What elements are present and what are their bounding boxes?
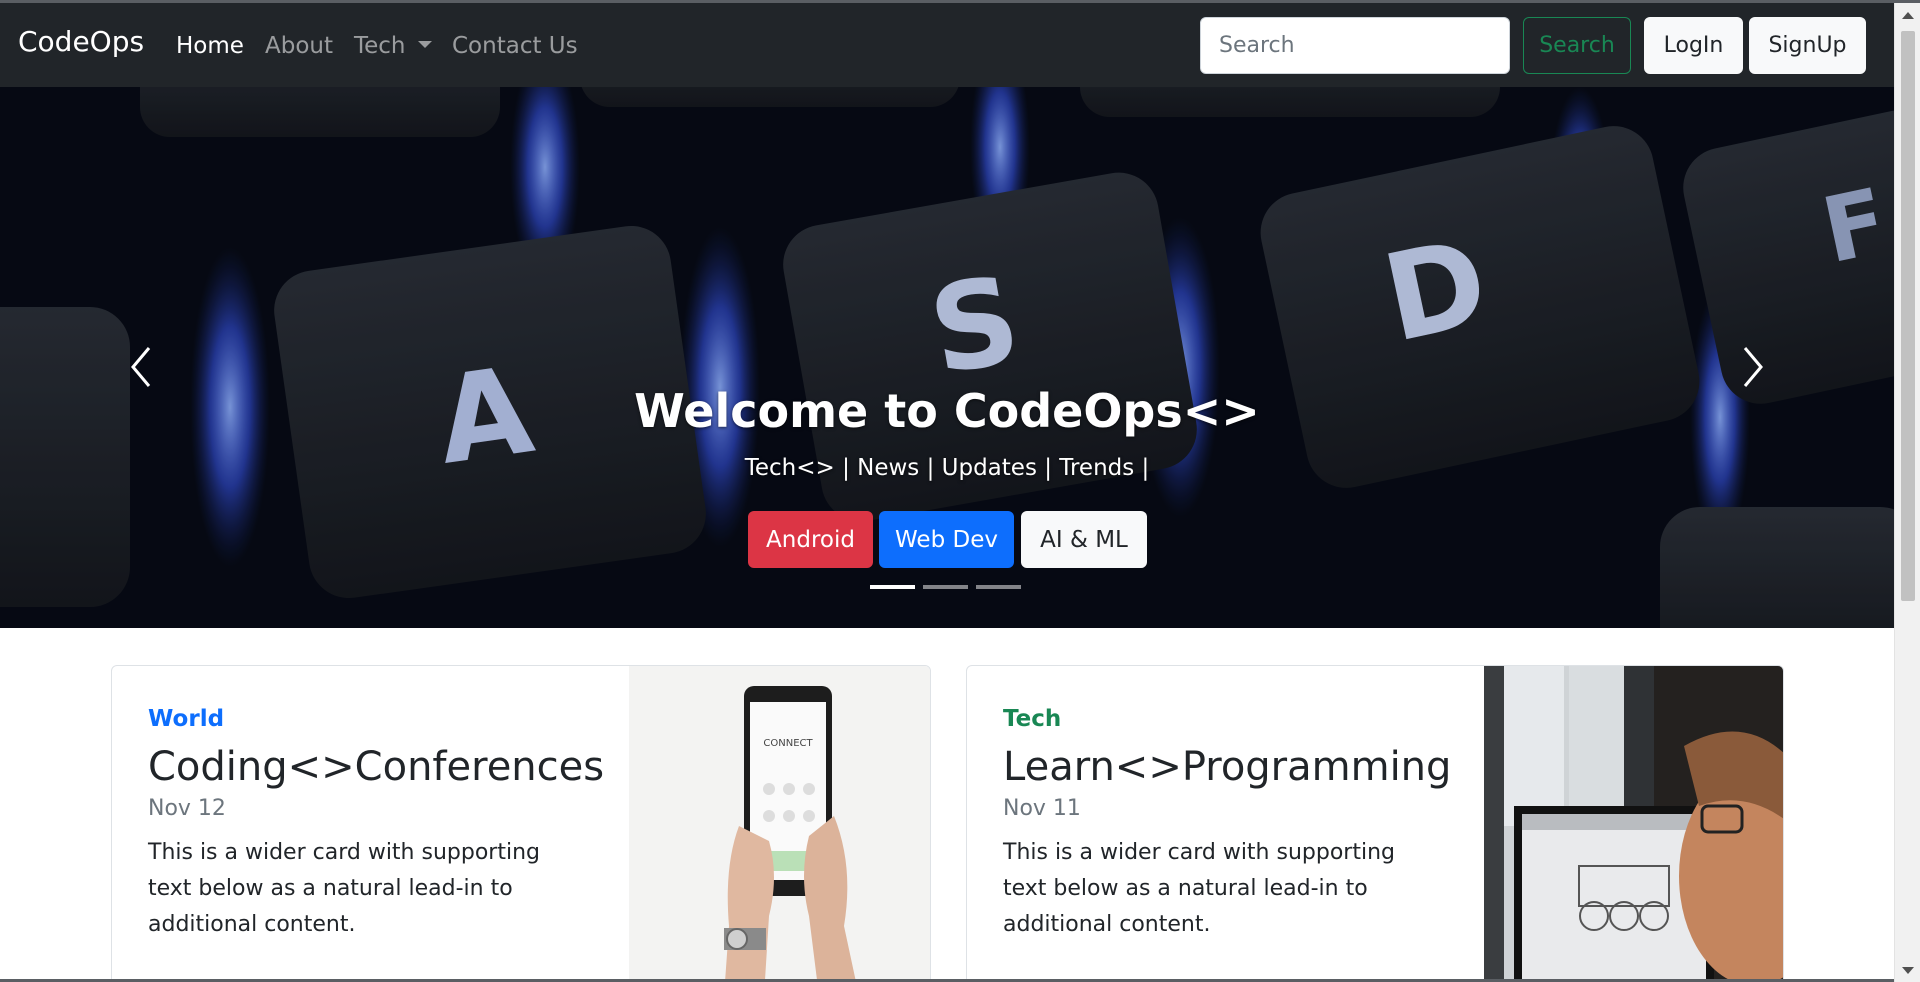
scrollbar-thumb[interactable] <box>1901 31 1915 601</box>
chevron-down-icon <box>417 41 432 48</box>
android-button[interactable]: Android <box>748 511 873 568</box>
carousel-indicator-2[interactable] <box>923 585 968 589</box>
brand-logo[interactable]: CodeOps <box>18 25 144 58</box>
card-text: This is a wider card with supporting tex… <box>1003 840 1395 937</box>
card-category[interactable]: Tech <box>1003 706 1451 732</box>
card-body: Tech Learn<>Programming Nov 11 This is a… <box>1003 706 1451 943</box>
card-body: World Coding<>Conferences Nov 12 This is… <box>148 706 604 943</box>
navbar: CodeOps Home About Tech Contact Us Searc… <box>0 3 1894 87</box>
scroll-up-icon[interactable] <box>1902 12 1914 19</box>
card-title: Coding<>Conferences <box>148 744 605 790</box>
nav-link-about[interactable]: About <box>265 33 333 59</box>
card-title: Learn<>Programming <box>1003 744 1452 790</box>
nav-link-tech-label: Tech <box>354 33 406 59</box>
carousel-indicators <box>870 585 1021 589</box>
carousel-caption: Welcome to CodeOps<> Tech<> | News | Upd… <box>0 87 1894 628</box>
card-date: Nov 11 <box>1003 796 1081 821</box>
hero-title: Welcome to CodeOps<> <box>634 384 1260 438</box>
article-card-coding-conferences[interactable]: World Coding<>Conferences Nov 12 This is… <box>111 665 931 982</box>
ai-ml-button[interactable]: AI & ML <box>1021 511 1147 568</box>
hero-carousel: A S D F Welcome to CodeOps<> Tech<> | Ne… <box>0 87 1894 628</box>
page-scrollbar[interactable] <box>1894 3 1920 982</box>
nav-link-home[interactable]: Home <box>176 33 244 59</box>
hero-subtitle: Tech<> | News | Updates | Trends | <box>744 455 1150 481</box>
web-dev-button[interactable]: Web Dev <box>879 511 1014 568</box>
search-input[interactable] <box>1200 17 1510 74</box>
login-button[interactable]: LogIn <box>1644 17 1743 74</box>
tablet-screen-text: CONNECT <box>763 738 813 749</box>
article-card-learn-programming[interactable]: Tech Learn<>Programming Nov 11 This is a… <box>966 665 1784 982</box>
card-category[interactable]: World <box>148 706 604 732</box>
nav-link-contact[interactable]: Contact Us <box>452 33 578 59</box>
card-date: Nov 12 <box>148 796 226 821</box>
scroll-down-icon[interactable] <box>1902 967 1914 974</box>
card-image-programmer <box>1484 666 1783 982</box>
card-text: This is a wider card with supporting tex… <box>148 840 540 937</box>
signup-button[interactable]: SignUp <box>1749 17 1866 74</box>
carousel-indicator-1[interactable] <box>870 585 915 589</box>
carousel-indicator-3[interactable] <box>976 585 1021 589</box>
card-image-tablet: CONNECT <box>629 666 930 982</box>
search-button[interactable]: Search <box>1523 17 1631 74</box>
nav-dropdown-tech[interactable]: Tech <box>354 33 432 59</box>
